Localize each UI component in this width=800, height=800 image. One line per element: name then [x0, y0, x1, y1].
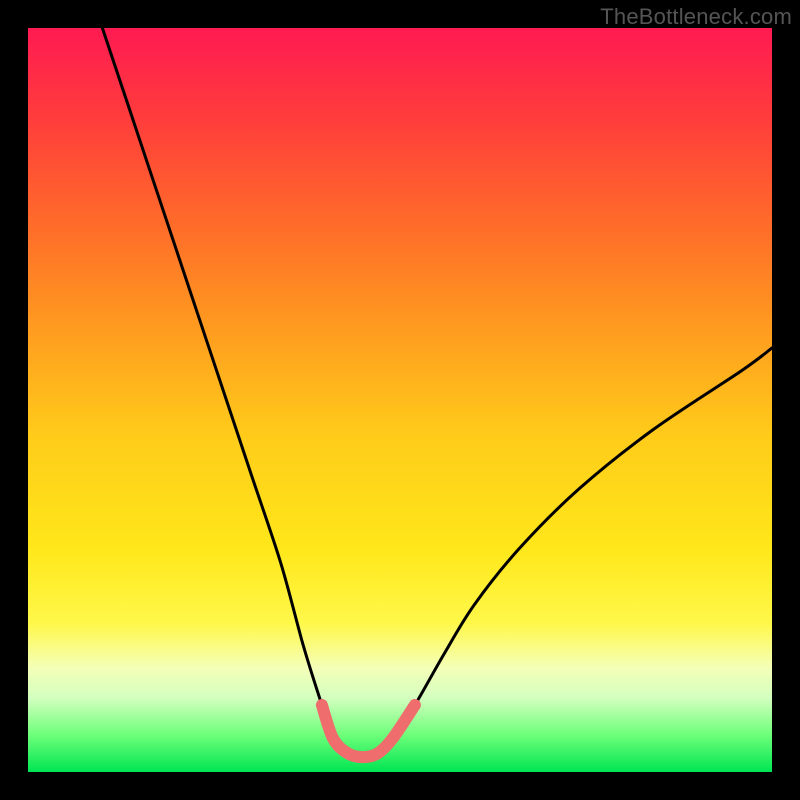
watermark-text: TheBottleneck.com	[600, 4, 792, 30]
curve-overlay	[28, 28, 772, 772]
bottleneck-curve-highlight	[322, 705, 415, 757]
bottleneck-curve	[102, 28, 772, 757]
outer-frame: TheBottleneck.com	[0, 0, 800, 800]
plot-area	[28, 28, 772, 772]
